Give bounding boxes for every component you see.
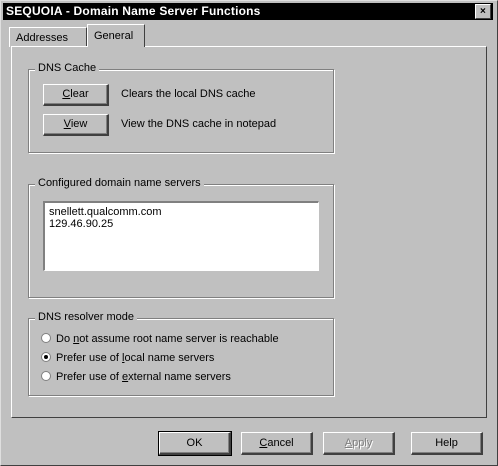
button-label: ancel (267, 437, 294, 449)
button-label: Help (435, 437, 458, 449)
button-label: iew (70, 118, 88, 130)
resolver-mode-group: DNS resolver mode Do not assume root nam… (28, 311, 334, 396)
mnemonic: A (344, 437, 353, 449)
button-label: pply (352, 437, 373, 449)
dns-cache-group: DNS Cache Clear Clears the local DNS cac… (28, 62, 334, 153)
button-label: OK (186, 437, 203, 449)
server-listbox[interactable]: snellett.qualcomm.com 129.46.90.25 (43, 201, 319, 271)
general-tab-panel: DNS Cache Clear Clears the local DNS cac… (11, 46, 487, 418)
tab-general[interactable]: General (87, 24, 145, 47)
group-label: DNS resolver mode (35, 311, 137, 323)
radio-button[interactable] (41, 333, 51, 343)
ok-button[interactable]: OK (158, 431, 232, 456)
radio-button[interactable] (41, 371, 51, 381)
view-description: View the DNS cache in notepad (121, 118, 277, 130)
option-text: ot assume root name server is reachable (79, 333, 279, 345)
close-icon[interactable]: × (475, 4, 491, 19)
apply-button[interactable]: Apply (323, 432, 395, 455)
mnemonic: V (63, 118, 71, 130)
title-bar[interactable]: SEQUOIA - Domain Name Server Functions × (3, 3, 493, 20)
option-text: Do (56, 333, 74, 345)
window-title: SEQUOIA - Domain Name Server Functions (6, 4, 261, 18)
radio-prefer-external[interactable]: Prefer use of external name servers (41, 370, 231, 384)
dialog-window: SEQUOIA - Domain Name Server Functions ×… (0, 0, 498, 466)
radio-no-root-assume[interactable]: Do not assume root name server is reacha… (41, 332, 279, 346)
radio-prefer-local[interactable]: Prefer use of local name servers (41, 351, 214, 365)
group-label: DNS Cache (35, 62, 100, 74)
option-text: xternal name servers (128, 371, 231, 383)
list-item[interactable]: 129.46.90.25 (49, 218, 314, 230)
clear-description: Clears the local DNS cache (121, 88, 256, 100)
tab-label: General (94, 30, 134, 42)
tab-label: Addresses (16, 32, 68, 44)
option-text: Prefer use of (56, 371, 123, 383)
group-label: Configured domain name servers (35, 177, 204, 189)
view-button[interactable]: View (43, 114, 109, 136)
button-label: lear (70, 88, 89, 100)
clear-button[interactable]: Clear (43, 84, 109, 106)
radio-button-checked[interactable] (41, 352, 51, 362)
option-text: ocal name servers (124, 352, 215, 364)
cancel-button[interactable]: Cancel (241, 432, 313, 455)
configured-servers-group: Configured domain name servers snellett.… (28, 177, 334, 298)
tab-addresses[interactable]: Addresses (9, 27, 87, 47)
help-button[interactable]: Help (411, 432, 483, 455)
list-item[interactable]: snellett.qualcomm.com (49, 206, 314, 218)
option-text: Prefer use of (56, 352, 123, 364)
